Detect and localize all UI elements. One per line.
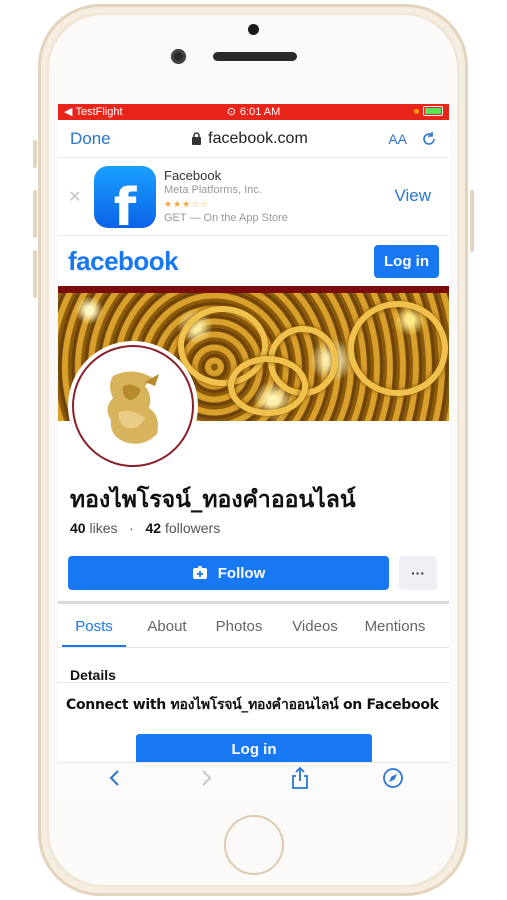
tab-photos[interactable]: Photos <box>206 606 272 647</box>
text-size-button[interactable]: AA <box>388 131 407 147</box>
likes-label: likes <box>89 520 118 536</box>
privacy-indicator-icon <box>414 108 419 114</box>
volume-down-button <box>33 250 37 298</box>
forward-arrow-icon[interactable] <box>192 769 222 793</box>
reload-icon[interactable] <box>421 131 437 147</box>
more-options-button[interactable]: ··· <box>399 556 437 590</box>
time-label: 6:01 AM <box>239 105 281 118</box>
compass-icon[interactable] <box>378 767 408 795</box>
followers-label: followers <box>164 520 221 536</box>
share-icon[interactable] <box>285 766 315 795</box>
facebook-header: facebook Log in <box>58 236 449 286</box>
banner-text: Facebook Meta Platforms, Inc. ★★★☆☆ GET … <box>164 167 288 225</box>
cover-ring-4 <box>228 356 308 416</box>
gold-figure-logo <box>85 358 181 454</box>
app-name: Facebook <box>164 167 222 183</box>
address-field[interactable]: facebook.com <box>191 130 308 148</box>
volume-up-button <box>33 190 37 238</box>
home-button[interactable] <box>224 815 284 875</box>
back-arrow-icon[interactable] <box>99 769 129 793</box>
bottom-login-button[interactable]: Log in <box>136 734 372 764</box>
power-button <box>470 190 474 252</box>
page-title: ทองไพโรจน์_ทองคำออนไลน์ <box>70 487 356 513</box>
section-divider <box>58 601 449 604</box>
likes-count: 40 <box>70 520 86 536</box>
browser-toolbar <box>58 762 449 798</box>
follow-button[interactable]: Follow <box>68 556 389 590</box>
header-login-button[interactable]: Log in <box>374 244 439 278</box>
url-label: facebook.com <box>208 129 308 147</box>
lock-icon <box>192 132 202 145</box>
url-actions: AA <box>388 131 437 147</box>
front-camera <box>171 49 186 64</box>
tab-videos[interactable]: Videos <box>282 606 348 647</box>
status-time: ⊙ 6:01 AM <box>58 105 449 119</box>
view-app-button[interactable]: View <box>394 186 431 206</box>
app-icon-letter: f <box>113 177 137 228</box>
done-button[interactable]: Done <box>70 129 111 149</box>
proximity-sensor <box>248 24 259 35</box>
follow-icon <box>192 566 207 579</box>
follow-label: Follow <box>217 564 266 582</box>
earpiece-speaker <box>213 52 297 61</box>
facebook-logo[interactable]: facebook <box>68 246 179 277</box>
facebook-app-icon[interactable]: f <box>94 165 156 228</box>
details-divider <box>58 682 449 683</box>
close-icon[interactable]: ✕ <box>68 187 94 207</box>
screen: ◀ TestFlight ⊙ 6:01 AM Done facebook.com… <box>58 104 449 798</box>
status-right <box>414 106 443 116</box>
battery-charging-icon <box>423 106 443 116</box>
mute-switch <box>33 140 37 168</box>
profile-avatar[interactable] <box>72 345 194 467</box>
browser-url-bar: Done facebook.com AA <box>58 120 449 158</box>
alarm-icon: ⊙ <box>226 106 236 118</box>
app-rating-stars: ★★★☆☆ <box>164 198 210 209</box>
followers-count: 42 <box>145 520 162 536</box>
connect-prompt: Connect with ทองไพโรจน์_ทองคำออนไลน์ on … <box>66 697 439 713</box>
tab-about[interactable]: About <box>136 606 198 647</box>
smart-app-banner: ✕ f Facebook Meta Platforms, Inc. ★★★☆☆ … <box>58 158 449 236</box>
cover-top-strip <box>58 286 449 293</box>
app-developer: Meta Platforms, Inc. <box>164 183 262 196</box>
app-store-text: GET — On the App Store <box>164 211 288 224</box>
cover-ring-3 <box>348 301 448 396</box>
stats-separator: · <box>121 520 142 536</box>
tab-mentions[interactable]: Mentions <box>358 606 432 647</box>
status-bar: ◀ TestFlight ⊙ 6:01 AM <box>58 104 449 120</box>
tab-posts[interactable]: Posts <box>62 606 126 647</box>
details-heading: Details <box>70 667 116 683</box>
page-tabs: Posts About Photos Videos Mentions <box>58 606 449 648</box>
page-stats: 40 likes · 42 followers <box>70 520 220 536</box>
